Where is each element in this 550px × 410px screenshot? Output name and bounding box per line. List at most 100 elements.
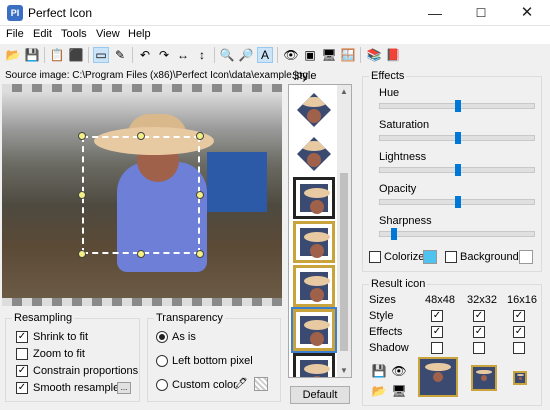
title-bar: PI Perfect Icon — ☐ ✕ xyxy=(0,0,550,26)
style-scrollbar[interactable]: ▲ ▼ xyxy=(337,85,351,377)
pen-icon[interactable]: ✎ xyxy=(112,47,128,63)
opacity-slider[interactable] xyxy=(379,196,535,208)
slider-thumb[interactable] xyxy=(455,196,461,208)
toolbar: 📂 💾 📋 ⬛ ▭ ✎ ↶ ↷ ↔ ↕ 🔍 🔎 A 👁 ▣ 🖥 🪟 📚 📕 xyxy=(0,44,550,66)
rectangle-select-icon[interactable]: ▭ xyxy=(93,47,109,63)
slider-thumb[interactable] xyxy=(455,132,461,144)
hue-slider[interactable] xyxy=(379,100,535,112)
style-label: Style xyxy=(292,70,317,82)
flip-horizontal-icon[interactable]: ↔ xyxy=(175,47,191,63)
style-list[interactable]: ▲ ▼ xyxy=(288,84,352,378)
effects-32-checkbox[interactable]: ✓ xyxy=(473,326,485,338)
sharpness-slider[interactable] xyxy=(379,228,535,240)
shrink-to-fit-checkbox[interactable]: ✓ xyxy=(16,331,28,343)
zoom-fit-icon[interactable]: A xyxy=(257,47,273,63)
left-bottom-pixel-label: Left bottom pixel xyxy=(172,355,253,367)
slider-thumb[interactable] xyxy=(391,228,397,240)
selection-handle[interactable] xyxy=(78,132,86,140)
help-book-icon[interactable]: 📕 xyxy=(385,47,401,63)
rotate-right-icon[interactable]: ↷ xyxy=(156,47,172,63)
style-thumb[interactable] xyxy=(293,177,335,219)
open-icon[interactable]: 📂 xyxy=(5,47,21,63)
size-16-header: 16x16 xyxy=(507,294,537,306)
desktop-icon[interactable]: 🖥 xyxy=(321,47,337,63)
menu-view[interactable]: View xyxy=(96,28,120,40)
folder-result-icon[interactable]: 📂 xyxy=(371,383,387,399)
style-48-checkbox[interactable]: ✓ xyxy=(431,310,443,322)
scroll-thumb[interactable] xyxy=(340,173,348,351)
slider-thumb[interactable] xyxy=(455,100,461,112)
style-32-checkbox[interactable]: ✓ xyxy=(473,310,485,322)
default-button[interactable]: Default xyxy=(290,386,350,404)
constrain-proportions-checkbox[interactable]: ✓ xyxy=(16,365,28,377)
toolbar-separator xyxy=(277,47,278,63)
left-bottom-pixel-radio[interactable] xyxy=(156,355,168,367)
custom-color-radio[interactable] xyxy=(156,379,168,391)
menu-help[interactable]: Help xyxy=(128,28,151,40)
resample-options-button[interactable]: ... xyxy=(117,382,131,394)
windows-icon[interactable]: 🪟 xyxy=(340,47,356,63)
source-image-path: Source image: C:\Program Files (x86)\Per… xyxy=(5,70,308,81)
zoom-to-fit-checkbox[interactable] xyxy=(16,348,28,360)
resampling-title: Resampling xyxy=(12,312,75,324)
style-thumb[interactable] xyxy=(293,133,335,175)
image-canvas[interactable] xyxy=(2,84,282,306)
effects-48-checkbox[interactable]: ✓ xyxy=(431,326,443,338)
selection-handle[interactable] xyxy=(78,191,86,199)
shadow-32-checkbox[interactable] xyxy=(473,342,485,354)
copy-icon[interactable]: 📋 xyxy=(49,47,65,63)
shadow-48-checkbox[interactable] xyxy=(431,342,443,354)
preview-result-icon[interactable]: 👁 xyxy=(391,363,407,379)
zoom-out-icon[interactable]: 🔎 xyxy=(238,47,254,63)
selection-handle[interactable] xyxy=(78,250,86,258)
background-color-swatch[interactable] xyxy=(519,250,533,264)
custom-color-label: Custom color xyxy=(172,379,237,391)
saturation-slider[interactable] xyxy=(379,132,535,144)
selection-handle[interactable] xyxy=(137,132,145,140)
crop-selection[interactable] xyxy=(82,136,200,254)
scroll-down-icon[interactable]: ▼ xyxy=(337,366,351,375)
image-icon[interactable]: ▣ xyxy=(302,47,318,63)
colorize-checkbox[interactable] xyxy=(369,251,381,263)
zoom-in-icon[interactable]: 🔍 xyxy=(219,47,235,63)
scroll-up-icon[interactable]: ▲ xyxy=(337,87,351,96)
minimize-button[interactable]: — xyxy=(412,0,458,26)
style-16-checkbox[interactable]: ✓ xyxy=(513,310,525,322)
slider-thumb[interactable] xyxy=(455,164,461,176)
style-thumb-selected[interactable] xyxy=(291,307,337,353)
selection-handle[interactable] xyxy=(196,191,204,199)
selection-handle[interactable] xyxy=(137,250,145,258)
size-32-header: 32x32 xyxy=(467,294,497,306)
selection-handle[interactable] xyxy=(196,132,204,140)
paste-icon[interactable]: ⬛ xyxy=(68,47,84,63)
color-picker-icon[interactable]: 🖊 xyxy=(234,377,248,390)
as-is-radio[interactable] xyxy=(156,331,168,343)
menu-file[interactable]: File xyxy=(6,28,24,40)
style-thumb[interactable] xyxy=(293,265,335,307)
shadow-16-checkbox[interactable] xyxy=(513,342,525,354)
effects-16-checkbox[interactable]: ✓ xyxy=(513,326,525,338)
menu-tools[interactable]: Tools xyxy=(61,28,87,40)
background-checkbox[interactable] xyxy=(445,251,457,263)
style-thumb[interactable] xyxy=(293,221,335,263)
lightness-slider[interactable] xyxy=(379,164,535,176)
menu-edit[interactable]: Edit xyxy=(33,28,52,40)
library-icon[interactable]: 📚 xyxy=(366,47,382,63)
toolbar-separator xyxy=(88,47,89,63)
maximize-button[interactable]: ☐ xyxy=(458,0,504,26)
save-result-icon[interactable]: 💾 xyxy=(371,363,387,379)
rotate-left-icon[interactable]: ↶ xyxy=(137,47,153,63)
flip-vertical-icon[interactable]: ↕ xyxy=(194,47,210,63)
smooth-resample-checkbox[interactable]: ✓ xyxy=(16,382,28,394)
style-thumb[interactable] xyxy=(293,89,335,131)
toolbar-separator xyxy=(214,47,215,63)
save-icon[interactable]: 💾 xyxy=(24,47,40,63)
style-thumb[interactable] xyxy=(293,353,335,377)
selection-handle[interactable] xyxy=(196,250,204,258)
desktop-result-icon[interactable]: 🖥 xyxy=(391,383,407,399)
window-title: Perfect Icon xyxy=(28,6,93,20)
close-button[interactable]: ✕ xyxy=(504,0,550,26)
preview-icon[interactable]: 👁 xyxy=(283,47,299,63)
colorize-color-swatch[interactable] xyxy=(423,250,437,264)
custom-color-swatch[interactable] xyxy=(254,377,268,391)
